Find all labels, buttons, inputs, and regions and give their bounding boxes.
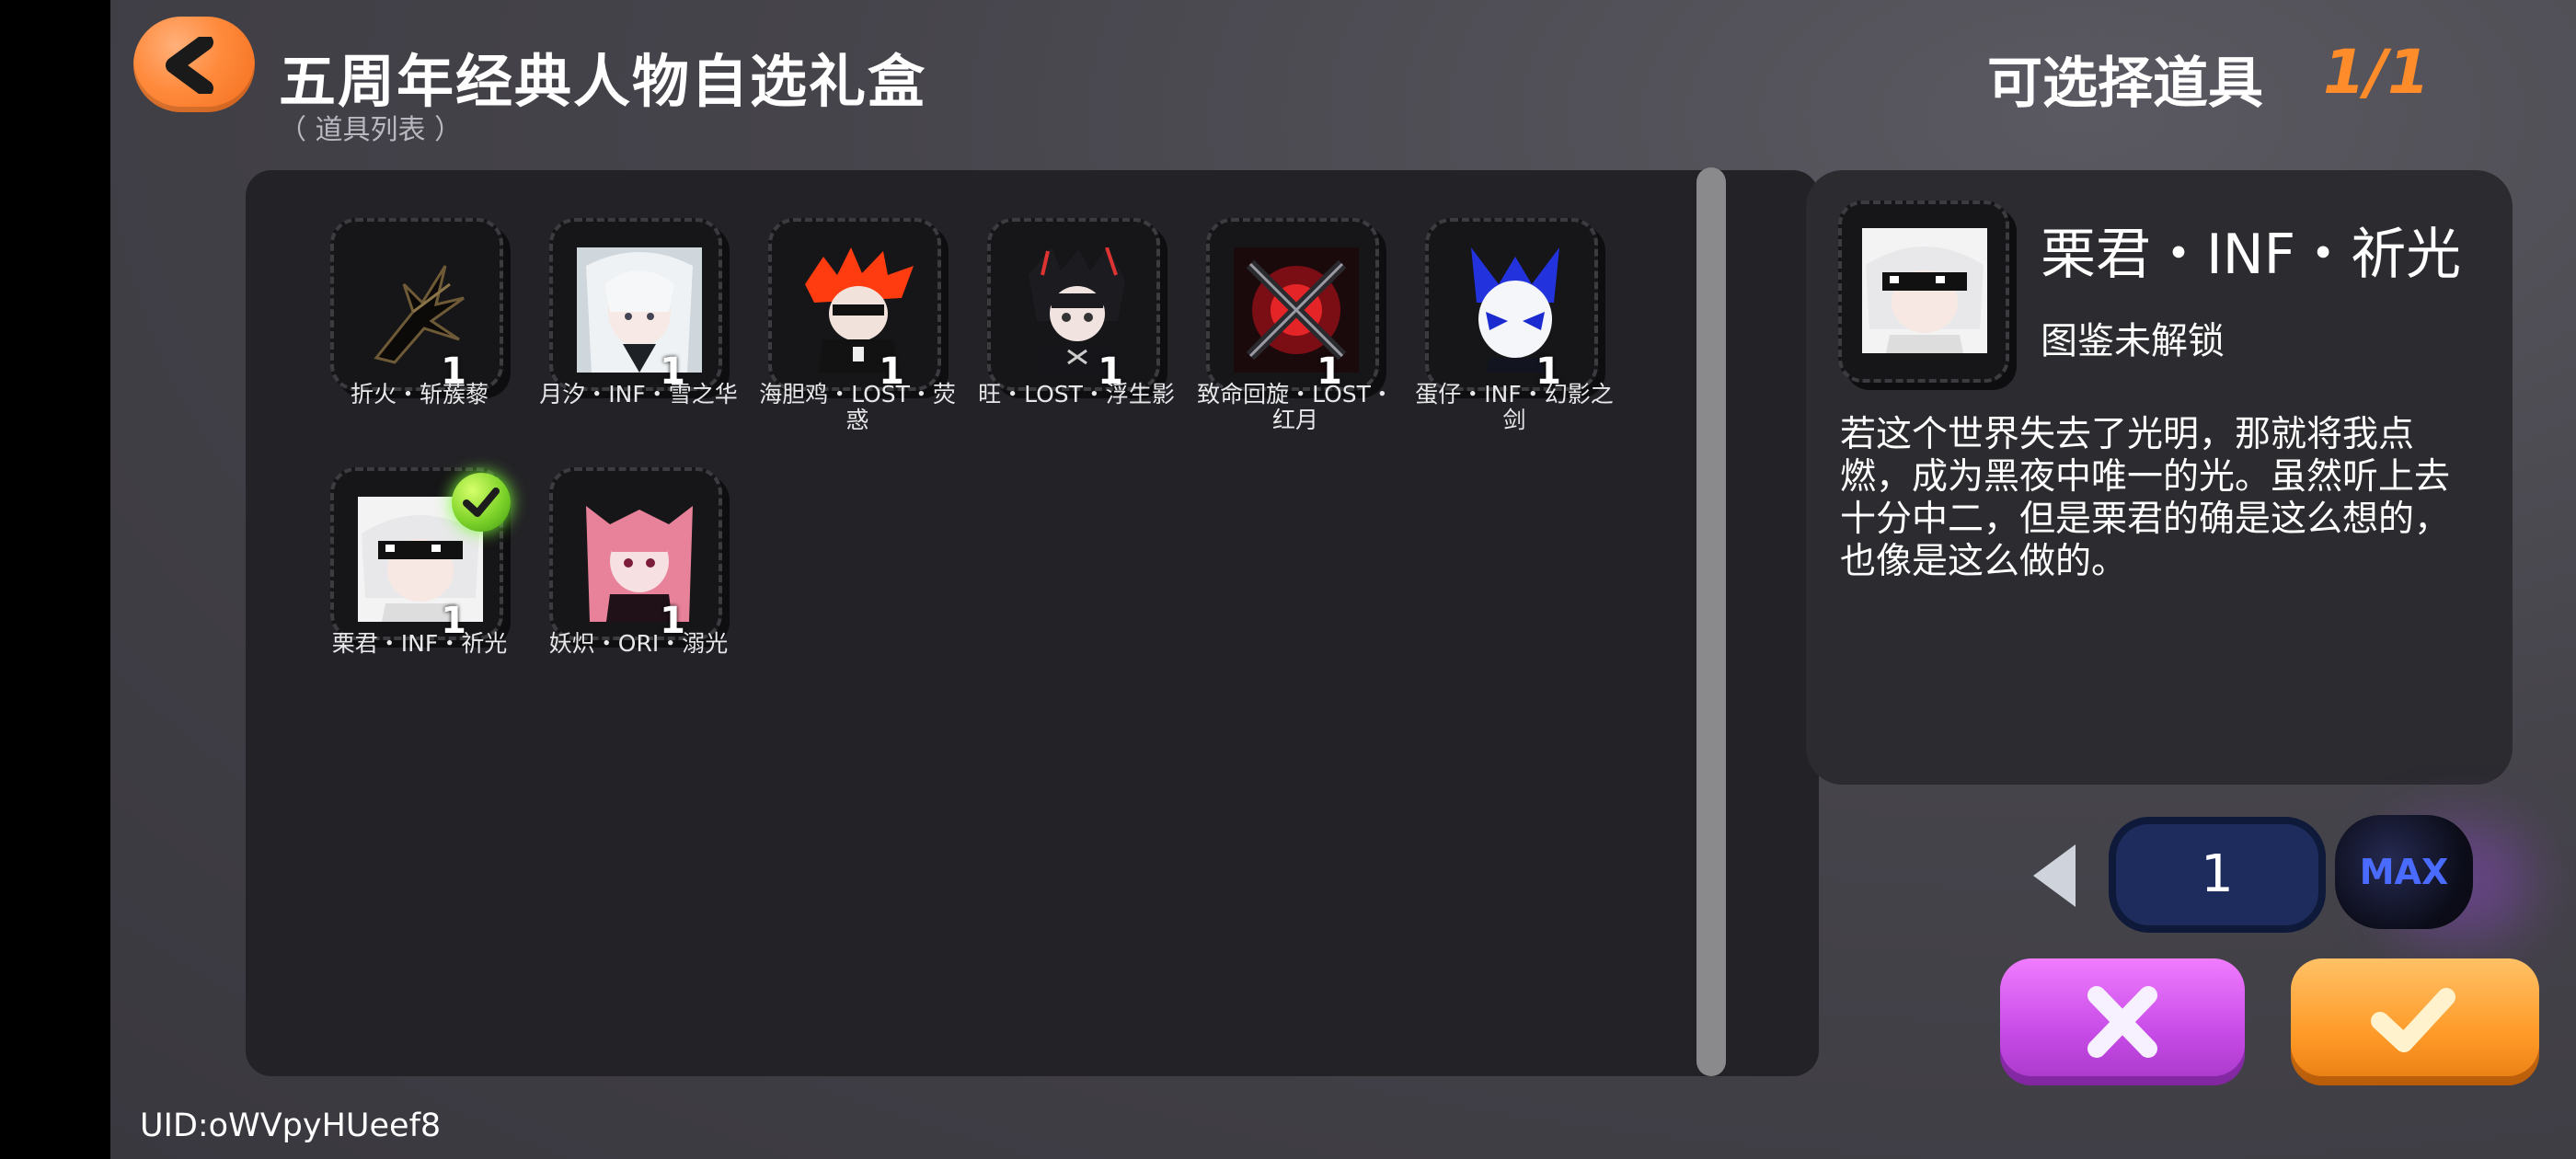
item-frame: 1 xyxy=(330,218,503,391)
check-icon xyxy=(463,488,500,517)
item-list-scrollbar[interactable] xyxy=(1696,167,1726,1076)
selectable-items-count: 1/1 xyxy=(2323,37,2430,108)
page-subtitle: （ 道具列表 ） xyxy=(279,114,463,146)
detail-item-status: 图鉴未解锁 xyxy=(2041,320,2225,362)
selectable-items-label: 可选择道具 xyxy=(1987,52,2263,116)
item-frame: 1 xyxy=(768,218,941,391)
item-name: 栗君・INF・祈光 xyxy=(331,630,508,657)
back-button[interactable] xyxy=(133,17,255,112)
detail-item-description: 若这个世界失去了光明，那就将我点燃，成为黑夜中唯一的光。虽然听上去十分中二，但是… xyxy=(1840,414,2451,582)
item-name: 旺・LOST・浮生影 xyxy=(978,381,1175,407)
cancel-button[interactable] xyxy=(2000,958,2245,1085)
item-name: 蛋仔・INF・幻影之剑 xyxy=(1415,381,1614,433)
back-arrow-icon xyxy=(166,37,213,94)
check-icon xyxy=(2371,988,2455,1052)
selected-check-badge xyxy=(452,473,511,532)
confirm-button[interactable] xyxy=(2291,958,2539,1085)
decrease-quantity-button[interactable] xyxy=(2033,844,2076,907)
item-frame: 1 xyxy=(987,218,1160,391)
detail-item-frame xyxy=(1838,201,2009,383)
page-title: 五周年经典人物自选礼盒 xyxy=(279,48,927,115)
item-name: 折火・斩蔟藜 xyxy=(350,381,489,407)
item-name: 月汐・INF・雪之华 xyxy=(539,381,738,407)
detail-item-name: 栗君・INF・祈光 xyxy=(2041,223,2462,287)
max-quantity-button[interactable]: MAX xyxy=(2335,815,2473,929)
item-name: 致命回旋・LOST・红月 xyxy=(1197,381,1394,433)
item-name: 海胆鸡・LOST・荧惑 xyxy=(759,381,956,433)
item-frame: 1 xyxy=(549,467,722,640)
item-frame: 1 xyxy=(1425,218,1598,391)
user-id-label: UID:oWVpyHUeef8 xyxy=(140,1107,442,1144)
white-hair-sunglasses-portrait-icon xyxy=(1862,228,1987,353)
close-icon xyxy=(2087,986,2157,1058)
quantity-field[interactable]: 1 xyxy=(2109,817,2326,933)
item-frame: 1 xyxy=(1206,218,1379,391)
item-frame: 1 xyxy=(549,218,722,391)
item-list-panel: 1 折火・斩蔟藜 1 月汐・INF・雪之华 1 海胆鸡・LOST・荧惑 1 旺・… xyxy=(246,170,1819,1076)
item-name: 妖炽・ORI・溺光 xyxy=(548,630,729,657)
gift-box-screen: 五周年经典人物自选礼盒 （ 道具列表 ） 可选择道具 1/1 1 折火・斩蔟藜 xyxy=(110,0,2576,1159)
